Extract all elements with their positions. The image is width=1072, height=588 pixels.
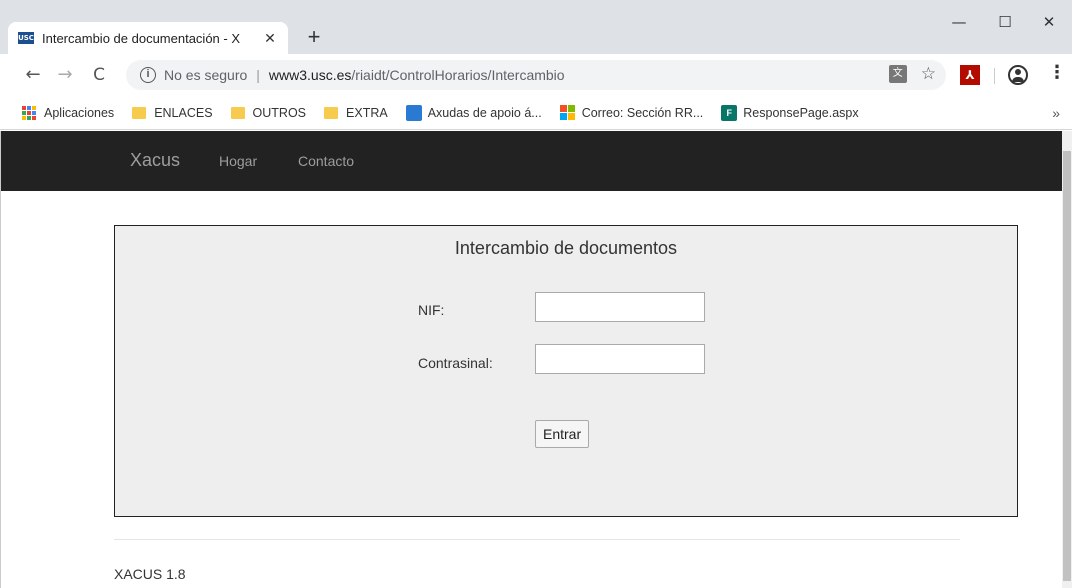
acrobat-extension-icon[interactable]: ⅄ <box>960 65 980 85</box>
footer-divider <box>114 539 960 540</box>
nav-link-contacto[interactable]: Contacto <box>298 153 354 169</box>
bookmark-folder-extra[interactable]: EXTRA <box>324 106 388 120</box>
url-path: /riaidt/ControlHorarios/Intercambio <box>351 67 565 83</box>
password-label: Contrasinal: <box>418 355 493 371</box>
folder-icon <box>324 106 339 119</box>
info-icon[interactable]: i <box>140 67 156 83</box>
page-scrollbar[interactable] <box>1062 131 1072 588</box>
tab-title: Intercambio de documentación - X <box>42 30 240 46</box>
login-panel: Intercambio de documentos NIF: Contrasin… <box>114 225 1018 517</box>
nif-label: NIF: <box>418 302 445 318</box>
usc-favicon-icon: USC <box>18 32 34 44</box>
bookmark-correo[interactable]: Correo: Sección RR... <box>559 104 704 121</box>
nav-link-hogar[interactable]: Hogar <box>219 153 257 169</box>
url-divider: | <box>256 67 260 83</box>
panel-title: Intercambio de documentos <box>454 238 678 258</box>
bookmarks-bar: Aplicaciones ENLACES OUTROS EXTRA Axudas… <box>0 96 1072 130</box>
apps-grid-icon <box>22 105 36 120</box>
tab-close-icon[interactable]: ✕ <box>262 30 278 47</box>
address-bar[interactable]: i No es seguro | www3.usc.es /riaidt/Con… <box>126 60 946 90</box>
bookmark-apps[interactable]: Aplicaciones <box>22 105 115 120</box>
bookmark-label: OUTROS <box>252 105 307 120</box>
site-navbar: Xacus Hogar Contacto <box>1 131 1063 191</box>
new-tab-icon[interactable]: + <box>300 24 328 52</box>
folder-icon <box>132 106 147 119</box>
microsoft-icon <box>559 104 576 121</box>
bookmark-star-icon[interactable]: ☆ <box>921 65 936 83</box>
window-close-icon[interactable]: ✕ <box>1026 6 1072 38</box>
url-host: www3.usc.es <box>268 67 352 83</box>
bookmark-label: EXTRA <box>346 105 388 120</box>
bookmarks-overflow-icon[interactable]: » <box>1052 105 1060 121</box>
profile-avatar-icon[interactable] <box>1008 65 1028 85</box>
footer-version: XACUS 1.8 <box>114 566 186 582</box>
back-arrow-icon[interactable]: ← <box>18 60 48 90</box>
bookmark-label: ENLACES <box>154 105 213 120</box>
bookmark-responsepage[interactable]: F ResponsePage.aspx <box>721 104 859 121</box>
security-status: No es seguro <box>164 67 248 83</box>
maximize-icon[interactable]: ☐ <box>982 6 1028 38</box>
forward-arrow-icon[interactable]: → <box>50 60 80 90</box>
navbar-brand[interactable]: Xacus <box>130 150 180 171</box>
bookmark-site-icon <box>405 104 422 121</box>
toolbar-divider <box>994 68 995 84</box>
browser-toolbar: ← → C i No es seguro | www3.usc.es /riai… <box>0 54 1072 96</box>
bookmark-folder-outros[interactable]: OUTROS <box>230 105 307 120</box>
reload-icon[interactable]: C <box>84 60 114 90</box>
bookmark-folder-enlaces[interactable]: ENLACES <box>132 105 213 120</box>
tab-strip: USC Intercambio de documentación - X ✕ +… <box>0 0 1072 54</box>
bookmark-axudas[interactable]: Axudas de apoio á... <box>405 104 542 121</box>
browser-tab[interactable]: USC Intercambio de documentación - X ✕ <box>8 22 288 54</box>
login-button[interactable]: Entrar <box>535 420 590 448</box>
bookmark-label: Aplicaciones <box>44 105 115 120</box>
page-viewport: Xacus Hogar Contacto Intercambio de docu… <box>0 131 1072 588</box>
kebab-menu-icon[interactable]: ⋮ <box>1048 62 1066 83</box>
forms-icon: F <box>721 104 738 121</box>
bookmark-label: ResponsePage.aspx <box>743 105 859 120</box>
password-input[interactable] <box>535 344 705 374</box>
nif-input[interactable] <box>535 292 705 322</box>
translate-icon[interactable]: 文 <box>888 65 907 83</box>
scrollbar-thumb[interactable] <box>1063 151 1071 581</box>
folder-icon <box>230 106 245 119</box>
bookmark-label: Axudas de apoio á... <box>427 105 542 120</box>
minimize-icon[interactable]: — <box>936 6 982 38</box>
bookmark-label: Correo: Sección RR... <box>581 105 704 120</box>
